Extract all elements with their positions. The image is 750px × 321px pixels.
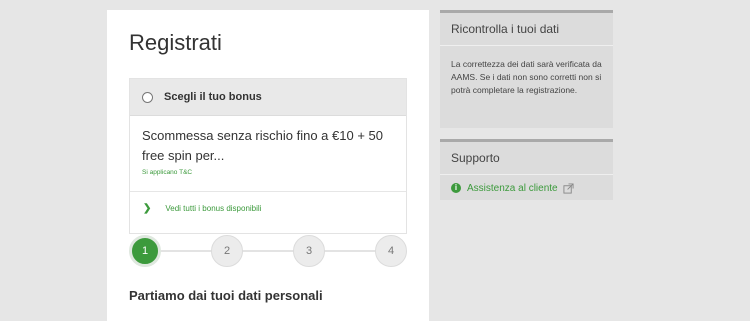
review-data-card: Ricontrolla i tuoi dati La correttezza d…	[440, 10, 613, 128]
registration-card: Registrati Scegli il tuo bonus Scommessa…	[107, 10, 429, 321]
bonus-selector: Scegli il tuo bonus Scommessa senza risc…	[129, 78, 407, 234]
bonus-offer-text: Scommessa senza rischio fino a €10 + 50 …	[142, 128, 383, 163]
stepper-track	[145, 250, 391, 252]
step-4: 4	[375, 235, 407, 267]
view-all-bonuses-label: Vedi tutti i bonus disponibili	[165, 203, 262, 213]
bonus-header[interactable]: Scegli il tuo bonus	[130, 79, 406, 116]
radio-icon[interactable]	[142, 91, 153, 103]
chevron-right-icon: ❯	[143, 202, 152, 214]
external-link-icon	[563, 182, 574, 194]
page-title: Registrati	[129, 30, 222, 55]
step-2: 2	[211, 235, 243, 267]
terms-link[interactable]: Si applicano T&C	[142, 169, 394, 176]
step-1: 1	[129, 235, 161, 267]
step-heading: Partiamo dai tuoi dati personali	[129, 288, 323, 303]
review-card-title: Ricontrolla i tuoi dati	[440, 13, 613, 45]
support-card: Supporto i Assistenza al cliente	[440, 139, 613, 200]
bonus-offer-block: Scommessa senza rischio fino a €10 + 50 …	[130, 116, 406, 192]
info-icon: i	[451, 183, 461, 193]
customer-support-label: Assistenza al cliente	[467, 182, 558, 194]
bonus-header-label: Scegli il tuo bonus	[164, 91, 262, 103]
support-card-title: Supporto	[440, 142, 613, 174]
step-3: 3	[293, 235, 325, 267]
view-all-bonuses-link[interactable]: ❯ Vedi tutti i bonus disponibili	[130, 192, 406, 224]
customer-support-link[interactable]: i Assistenza al cliente	[440, 175, 613, 201]
registration-stepper: 1 2 3 4	[129, 235, 407, 267]
review-card-text: La correttezza dei dati sarà verificata …	[451, 59, 602, 95]
